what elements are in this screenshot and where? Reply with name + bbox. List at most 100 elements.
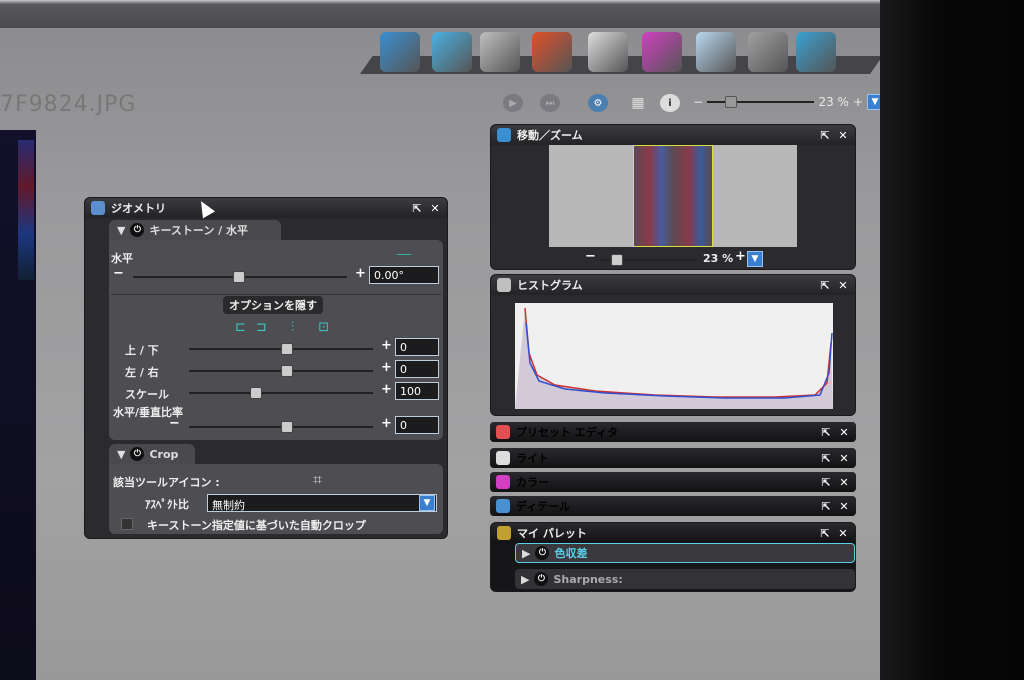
collapsed-panel[interactable]: カラー ⇱ ✕	[490, 472, 856, 492]
power-icon[interactable]: ⏻	[130, 223, 145, 237]
popout-icon[interactable]: ⇱	[819, 527, 831, 540]
adjust-slider[interactable]	[189, 386, 373, 400]
horizontal-plus-button[interactable]: +	[355, 266, 366, 281]
collapsed-panel-header[interactable]: ディテール ⇱ ✕	[490, 496, 856, 516]
zoom-minus-button[interactable]: −	[693, 95, 703, 109]
horizontal-minus-button[interactable]: −	[113, 266, 124, 281]
zoom-slider-thumb[interactable]	[725, 96, 738, 108]
nav-zoom-plus-button[interactable]: +	[735, 249, 746, 264]
close-icon[interactable]: ✕	[837, 279, 849, 292]
adjust-slider[interactable]	[189, 364, 373, 378]
cube-module-icon[interactable]	[696, 32, 736, 72]
keystone-mode-icons[interactable]: ⊏⊐ ⫶ ⊡	[235, 320, 339, 335]
horizontal-value-field[interactable]: 0.00°	[369, 266, 439, 284]
adjust-minus-button[interactable]: −	[169, 416, 180, 431]
power-icon[interactable]: ⏻	[535, 546, 550, 560]
my-palette-panel: マイ パレット ⇱ ✕ ▶ ⏻ 色収差 ▶ ⏻ Sharpness:	[490, 522, 856, 592]
collapsed-panel-header[interactable]: ライト ⇱ ✕	[490, 448, 856, 468]
divider	[111, 294, 441, 295]
adjust-value-field[interactable]: 0	[395, 360, 439, 378]
close-icon[interactable]: ✕	[837, 129, 849, 142]
browse-module-icon[interactable]	[432, 32, 472, 72]
grid-icon[interactable]: ▦	[628, 94, 648, 112]
info-icon[interactable]: i	[660, 94, 680, 112]
chevron-down-icon[interactable]: ▼	[419, 495, 435, 511]
keystone-tab[interactable]: ▼ ⏻ キーストーン / 水平	[109, 220, 281, 240]
adjust-value-field[interactable]: 100	[395, 382, 439, 400]
horizontal-slider[interactable]	[133, 270, 347, 284]
adjust-plus-button[interactable]: +	[381, 338, 392, 353]
power-icon[interactable]: ⏻	[130, 447, 145, 461]
gear-check-icon[interactable]: ⚙	[588, 94, 608, 112]
geometry-icon	[91, 201, 105, 215]
close-icon[interactable]: ✕	[837, 527, 849, 540]
nav-zoom-dropdown[interactable]: ▼	[747, 251, 763, 267]
adjust-plus-button[interactable]: +	[381, 416, 392, 431]
popout-icon[interactable]: ⇱	[819, 129, 831, 142]
nav-zoom-thumb[interactable]	[611, 254, 623, 266]
histogram-panel-title: ヒストグラム	[517, 279, 583, 292]
horizontal-slider-thumb[interactable]	[233, 271, 245, 283]
popout-icon[interactable]: ⇱	[820, 500, 832, 513]
tag-module-icon[interactable]	[480, 32, 520, 72]
close-icon[interactable]: ✕	[429, 202, 441, 215]
collapsed-panel-title: プリセット エディタ	[516, 426, 619, 439]
keystone-tab-label: キーストーン / 水平	[149, 224, 249, 237]
close-icon[interactable]: ✕	[838, 426, 850, 439]
adjust-slider-thumb[interactable]	[250, 387, 262, 399]
light-icon	[496, 451, 510, 465]
adjust-slider-thumb[interactable]	[281, 343, 293, 355]
auto-crop-checkbox[interactable]	[121, 518, 133, 530]
crop-tab[interactable]: ▼ ⏻ Crop	[109, 444, 195, 464]
collapsed-panel[interactable]: ライト ⇱ ✕	[490, 448, 856, 468]
collapsed-panel-header[interactable]: カラー ⇱ ✕	[490, 472, 856, 492]
adjust-slider-thumb[interactable]	[281, 365, 293, 377]
close-icon[interactable]: ✕	[838, 452, 850, 465]
crop-tab-label: Crop	[149, 447, 179, 461]
nav-zoom-slider[interactable]	[601, 253, 697, 267]
aspect-select[interactable]: 無制約 ▼	[207, 494, 437, 512]
adjust-slider[interactable]	[189, 342, 373, 356]
adjust-plus-button[interactable]: +	[381, 360, 392, 375]
eye-module-icon[interactable]	[748, 32, 788, 72]
file-title: 7F9824.JPG	[0, 92, 137, 117]
adjust-slider[interactable]	[189, 420, 373, 434]
crop-tool-icon[interactable]: ⌗	[313, 470, 322, 490]
export-module-icon[interactable]	[532, 32, 572, 72]
adjust-value-field[interactable]: 0	[395, 416, 439, 434]
popout-icon[interactable]: ⇱	[820, 426, 832, 439]
options-toggle-button[interactable]: オプションを隠す	[223, 296, 323, 314]
expand-arrow-icon: ▶	[522, 546, 531, 560]
color-module-icon[interactable]	[642, 32, 682, 72]
nav-zoom-minus-button[interactable]: −	[585, 249, 596, 264]
zoom-plus-button[interactable]: +	[853, 95, 863, 109]
adjust-value-field[interactable]: 0	[395, 338, 439, 356]
adjust-plus-button[interactable]: +	[381, 382, 392, 397]
collapsed-panel[interactable]: ディテール ⇱ ✕	[490, 496, 856, 516]
collapsed-panel-header[interactable]: プリセット エディタ ⇱ ✕	[490, 422, 856, 442]
power-icon[interactable]: ⏻	[534, 572, 549, 586]
teal-dash	[397, 254, 411, 255]
import-module-icon[interactable]	[380, 32, 420, 72]
adjust-slider-thumb[interactable]	[281, 421, 293, 433]
aspect-select-value: 無制約	[212, 499, 245, 512]
popout-icon[interactable]: ⇱	[411, 202, 423, 215]
close-icon[interactable]: ✕	[838, 476, 850, 489]
popout-icon[interactable]: ⇱	[820, 452, 832, 465]
palette-item-sharpness[interactable]: ▶ ⏻ Sharpness:	[515, 569, 855, 589]
next-icon[interactable]: ⏭	[540, 94, 560, 112]
collapsed-panel-title: ライト	[516, 452, 549, 465]
folder-user-module-icon[interactable]	[796, 32, 836, 72]
popout-icon[interactable]: ⇱	[819, 279, 831, 292]
histogram-panel: ヒストグラム ⇱ ✕	[490, 274, 856, 416]
popout-icon[interactable]: ⇱	[820, 476, 832, 489]
navigator-preview[interactable]	[549, 145, 797, 247]
play-icon[interactable]: ▶	[503, 94, 523, 112]
zoom-slider[interactable]	[707, 96, 815, 108]
collapsed-panel[interactable]: プリセット エディタ ⇱ ✕	[490, 422, 856, 442]
navigator-viewport[interactable]	[633, 145, 713, 247]
adjust-label: 上 / 下	[125, 344, 159, 357]
palette-item-chromatic[interactable]: ▶ ⏻ 色収差	[515, 543, 855, 563]
light-module-icon[interactable]	[588, 32, 628, 72]
close-icon[interactable]: ✕	[838, 500, 850, 513]
